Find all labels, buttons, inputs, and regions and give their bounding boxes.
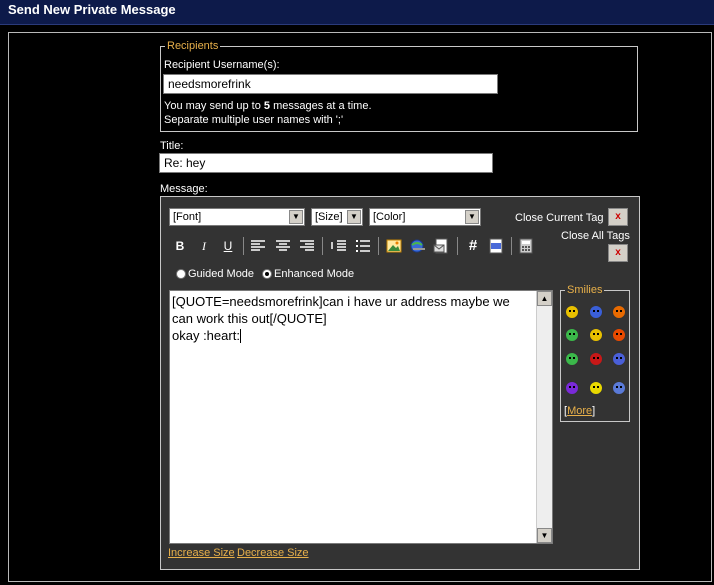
smiley-icon[interactable] xyxy=(589,328,603,342)
scroll-down-icon[interactable]: ▼ xyxy=(537,528,552,543)
list-icon[interactable] xyxy=(355,239,371,253)
guided-mode-radio[interactable]: Guided Mode xyxy=(176,268,254,280)
insert-image-icon[interactable] xyxy=(386,238,402,254)
smiley-icon[interactable] xyxy=(612,352,626,366)
smiley-icon[interactable] xyxy=(589,305,603,319)
enhanced-mode-radio[interactable]: Enhanced Mode xyxy=(262,268,354,280)
page-header: Send New Private Message xyxy=(0,0,714,25)
color-select[interactable]: [Color] ▼ xyxy=(369,208,481,226)
chevron-down-icon: ▼ xyxy=(465,210,479,224)
radio-checked-icon xyxy=(262,269,272,280)
align-center-icon[interactable] xyxy=(275,239,291,253)
message-body[interactable]: [QUOTE=needsmorefrink]can i have ur addr… xyxy=(172,293,534,344)
smiley-icon[interactable] xyxy=(565,381,579,395)
close-all-tags-label: Close All Tags xyxy=(561,230,630,242)
radio-unchecked-icon xyxy=(176,269,186,280)
outdent-icon[interactable] xyxy=(331,239,347,253)
size-select[interactable]: [Size] ▼ xyxy=(311,208,363,226)
wrap-code-button[interactable]: # xyxy=(464,237,482,255)
recipients-hint-line1: You may send up to 5 messages at a time. xyxy=(164,100,372,112)
title-label: Title: xyxy=(160,140,184,152)
chevron-down-icon: ▼ xyxy=(347,210,361,224)
text-caret xyxy=(239,329,241,343)
smilies-legend: Smilies xyxy=(565,284,605,296)
smiley-icon[interactable] xyxy=(612,305,626,319)
bold-button[interactable]: B xyxy=(171,237,189,255)
page-title: Send New Private Message xyxy=(8,2,176,17)
recipients-legend: Recipients xyxy=(165,40,221,52)
smiley-icon[interactable] xyxy=(565,352,579,366)
align-left-icon[interactable] xyxy=(250,239,266,253)
increase-size-link[interactable]: Increase Size xyxy=(168,547,235,559)
wrap-php-icon[interactable] xyxy=(488,238,504,254)
smiley-icon[interactable] xyxy=(589,352,603,366)
vertical-scrollbar[interactable]: ▲ ▼ xyxy=(536,291,552,543)
close-current-tag-button[interactable]: x xyxy=(608,208,628,226)
chevron-down-icon: ▼ xyxy=(289,210,303,224)
toolbar-divider xyxy=(243,237,244,255)
italic-button[interactable]: I xyxy=(195,237,213,255)
message-textarea[interactable]: [QUOTE=needsmorefrink]can i have ur addr… xyxy=(169,290,553,544)
smiley-icon[interactable] xyxy=(612,381,626,395)
toolbar-divider xyxy=(511,237,512,255)
scroll-up-icon[interactable]: ▲ xyxy=(537,291,552,306)
close-all-tags-button[interactable]: x xyxy=(608,244,628,262)
recipient-username-input[interactable]: needsmorefrink xyxy=(163,74,498,94)
message-label: Message: xyxy=(160,183,208,195)
align-right-icon[interactable] xyxy=(299,239,315,253)
decrease-size-link[interactable]: Decrease Size xyxy=(237,547,309,559)
toolbar-divider xyxy=(322,237,323,255)
toolbar-divider xyxy=(378,237,379,255)
title-input[interactable]: Re: hey xyxy=(159,153,493,173)
insert-link-icon[interactable] xyxy=(409,238,427,254)
smiley-icon[interactable] xyxy=(565,305,579,319)
recipient-username-label: Recipient Username(s): xyxy=(164,59,280,71)
insert-email-icon[interactable] xyxy=(433,238,449,254)
recipients-hint-line2: Separate multiple user names with ';' xyxy=(164,114,344,126)
calculator-icon[interactable] xyxy=(519,238,533,254)
more-smilies-link[interactable]: More xyxy=(567,405,592,417)
font-select[interactable]: [Font] ▼ xyxy=(169,208,305,226)
smilies-more: [More] xyxy=(564,405,596,417)
underline-button[interactable]: U xyxy=(219,237,237,255)
close-current-tag-label: Close Current Tag xyxy=(515,212,604,224)
smiley-icon[interactable] xyxy=(612,328,626,342)
smiley-icon[interactable] xyxy=(565,328,579,342)
toolbar-divider xyxy=(457,237,458,255)
smiley-icon[interactable] xyxy=(589,381,603,395)
